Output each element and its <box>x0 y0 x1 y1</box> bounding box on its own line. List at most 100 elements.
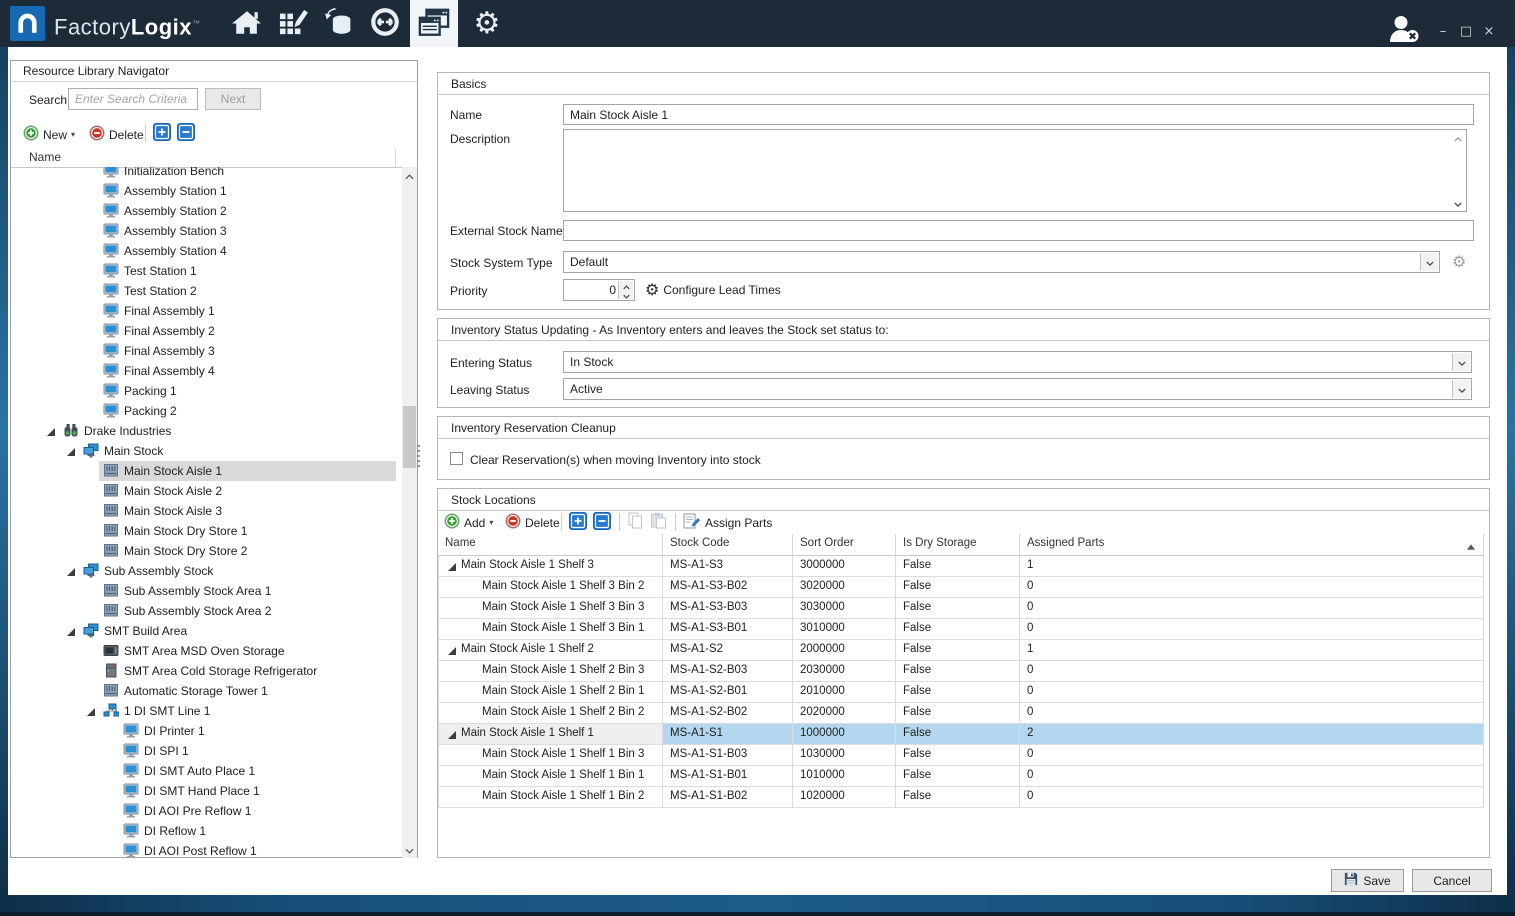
nav-home-button[interactable] <box>224 0 270 47</box>
tree-item-main-stock-aisle-2[interactable]: Main Stock Aisle 2 <box>11 481 401 501</box>
tree-item-smt-build-area[interactable]: SMT Build Area <box>11 621 401 641</box>
stock-location-row-ms-a1-s2-b02[interactable]: Main Stock Aisle 1 Shelf 2 Bin 2 MS-A1-S2… <box>438 703 1484 724</box>
tree-item-final-assembly-3[interactable]: Final Assembly 3 <box>11 341 401 361</box>
nav-planning-button[interactable] <box>270 0 316 47</box>
user-logout-button[interactable] <box>1386 14 1422 44</box>
tree-expander-icon[interactable] <box>86 706 96 716</box>
tree-item-sub-assembly-stock-area-1[interactable]: Sub Assembly Stock Area 1 <box>11 581 401 601</box>
description-field[interactable] <box>563 129 1467 212</box>
tree-item-initialization-bench[interactable]: Initialization Bench <box>11 167 401 181</box>
tree-item-packing-1[interactable]: Packing 1 <box>11 381 401 401</box>
tree-item-1-di-smt-line-1[interactable]: 1 DI SMT Line 1 <box>11 701 401 721</box>
stock-location-row-ms-a1-s3-b01[interactable]: Main Stock Aisle 1 Shelf 3 Bin 1 MS-A1-S3… <box>438 619 1484 640</box>
tree-item-main-stock-aisle-1[interactable]: Main Stock Aisle 1 <box>11 461 401 481</box>
stock-location-row-ms-a1-s1-b03[interactable]: Main Stock Aisle 1 Shelf 1 Bin 3 MS-A1-S1… <box>438 745 1484 766</box>
external-stock-name-field[interactable] <box>563 220 1474 241</box>
tree-expander-icon[interactable] <box>66 446 76 456</box>
tree-item-assembly-station-2[interactable]: Assembly Station 2 <box>11 201 401 221</box>
stock-location-row-ms-a1-s3[interactable]: Main Stock Aisle 1 Shelf 3 MS-A1-S3 300000… <box>438 556 1484 577</box>
tree-item-assembly-station-1[interactable]: Assembly Station 1 <box>11 181 401 201</box>
column-header-is-dry-storage[interactable]: Is Dry Storage <box>896 534 1020 555</box>
column-header-stock-code[interactable]: Stock Code <box>663 534 793 555</box>
row-expander-icon[interactable] <box>447 646 456 655</box>
tree-expander-icon[interactable] <box>66 626 76 636</box>
scrollbar-thumb[interactable] <box>403 406 416 468</box>
tree-item-sub-assembly-stock[interactable]: Sub Assembly Stock <box>11 561 401 581</box>
stock-location-row-ms-a1-s3-b02[interactable]: Main Stock Aisle 1 Shelf 3 Bin 2 MS-A1-S3… <box>438 577 1484 598</box>
tree-item-di-printer-1[interactable]: DI Printer 1 <box>11 721 401 741</box>
description-scrollbar[interactable] <box>1451 131 1465 210</box>
collapse-all-button[interactable] <box>177 123 195 144</box>
stock-location-row-ms-a1-s1-b01[interactable]: Main Stock Aisle 1 Shelf 1 Bin 1 MS-A1-S1… <box>438 766 1484 787</box>
paste-button-disabled[interactable] <box>650 512 667 532</box>
tree-item-packing-2[interactable]: Packing 2 <box>11 401 401 421</box>
new-button[interactable]: New ▾ <box>23 125 75 144</box>
minimize-button[interactable]: – <box>1434 24 1452 40</box>
scrollbar-up-button[interactable] <box>1451 131 1465 145</box>
nav-resources-button[interactable] <box>410 0 458 47</box>
entering-status-select[interactable]: In Stock <box>563 351 1472 373</box>
nav-production-button[interactable] <box>362 0 408 47</box>
tree-item-test-station-1[interactable]: Test Station 1 <box>11 261 401 281</box>
tree-item-di-aoi-pre-reflow-1[interactable]: DI AOI Pre Reflow 1 <box>11 801 401 821</box>
tree-item-assembly-station-3[interactable]: Assembly Station 3 <box>11 221 401 241</box>
stock-location-row-ms-a1-s1-b02[interactable]: Main Stock Aisle 1 Shelf 1 Bin 2 MS-A1-S1… <box>438 787 1484 808</box>
expand-all-rows-button[interactable] <box>569 512 587 533</box>
search-input[interactable]: Enter Search Criteria <box>68 88 198 110</box>
leaving-status-select[interactable]: Active <box>563 378 1472 400</box>
tree-item-main-stock[interactable]: Main Stock <box>11 441 401 461</box>
next-button[interactable]: Next <box>205 88 261 110</box>
tree-item-sub-assembly-stock-area-2[interactable]: Sub Assembly Stock Area 2 <box>11 601 401 621</box>
panel-splitter-handle[interactable] <box>417 445 420 469</box>
tree-item-drake-industries[interactable]: Drake Industries <box>11 421 401 441</box>
tree-item-main-stock-dry-store-1[interactable]: Main Stock Dry Store 1 <box>11 521 401 541</box>
clear-reservations-checkbox[interactable] <box>450 452 463 465</box>
tree-expander-icon[interactable] <box>66 566 76 576</box>
tree-item-di-smt-auto-place-1[interactable]: DI SMT Auto Place 1 <box>11 761 401 781</box>
delete-button[interactable]: Delete <box>89 125 144 144</box>
row-expander-icon[interactable] <box>447 562 456 571</box>
tree-item-final-assembly-1[interactable]: Final Assembly 1 <box>11 301 401 321</box>
column-header-assigned-parts[interactable]: Assigned Parts <box>1020 534 1484 555</box>
tree-item-di-smt-hand-place-1[interactable]: DI SMT Hand Place 1 <box>11 781 401 801</box>
stock-location-row-ms-a1-s1[interactable]: Main Stock Aisle 1 Shelf 1 MS-A1-S1 100000… <box>438 724 1484 745</box>
cancel-button[interactable]: Cancel <box>1412 869 1492 892</box>
stock-location-row-ms-a1-s2-b01[interactable]: Main Stock Aisle 1 Shelf 2 Bin 1 MS-A1-S2… <box>438 682 1484 703</box>
tree-item-di-reflow-1[interactable]: DI Reflow 1 <box>11 821 401 841</box>
tree-item-automatic-storage-tower-1[interactable]: Automatic Storage Tower 1 <box>11 681 401 701</box>
dropdown-button[interactable] <box>1420 253 1438 271</box>
nav-inventory-button[interactable] <box>316 0 362 47</box>
expand-all-button[interactable] <box>153 123 171 144</box>
delete-location-button[interactable]: Delete <box>505 513 560 532</box>
tree-item-final-assembly-4[interactable]: Final Assembly 4 <box>11 361 401 381</box>
stock-system-type-select[interactable]: Default <box>563 251 1440 273</box>
tree-item-main-stock-dry-store-2[interactable]: Main Stock Dry Store 2 <box>11 541 401 561</box>
stock-location-row-ms-a1-s2-b03[interactable]: Main Stock Aisle 1 Shelf 2 Bin 3 MS-A1-S2… <box>438 661 1484 682</box>
stepper-down-button[interactable] <box>619 290 633 299</box>
dropdown-button[interactable] <box>1452 353 1470 371</box>
tree-item-di-aoi-post-reflow-1[interactable]: DI AOI Post Reflow 1 <box>11 841 401 858</box>
tree-scrollbar[interactable] <box>402 167 417 858</box>
save-button[interactable]: Save <box>1331 869 1404 892</box>
tree-item-main-stock-aisle-3[interactable]: Main Stock Aisle 3 <box>11 501 401 521</box>
maximize-button[interactable]: □ <box>1457 24 1475 40</box>
tree-item-smt-area-msd-oven-storage[interactable]: SMT Area MSD Oven Storage <box>11 641 401 661</box>
add-location-button[interactable]: Add ▾ <box>444 513 493 532</box>
tree-item-final-assembly-2[interactable]: Final Assembly 2 <box>11 321 401 341</box>
tree-item-smt-area-cold-storage-refrigerator[interactable]: SMT Area Cold Storage Refrigerator <box>11 661 401 681</box>
dropdown-button[interactable] <box>1452 380 1470 398</box>
collapse-all-rows-button[interactable] <box>593 512 611 533</box>
nav-settings-button[interactable]: ⚙ <box>464 0 510 47</box>
copy-button-disabled[interactable] <box>627 512 644 532</box>
close-button[interactable]: × <box>1480 24 1498 40</box>
scrollbar-up-button[interactable] <box>402 167 417 184</box>
stock-location-row-ms-a1-s2[interactable]: Main Stock Aisle 1 Shelf 2 MS-A1-S2 200000… <box>438 640 1484 661</box>
row-expander-icon[interactable] <box>447 730 456 739</box>
assign-parts-button[interactable]: Assign Parts <box>683 513 772 532</box>
name-field[interactable]: Main Stock Aisle 1 <box>563 104 1474 125</box>
column-header-name[interactable]: Name <box>438 534 663 555</box>
tree-expander-icon[interactable] <box>46 426 56 436</box>
scrollbar-down-button[interactable] <box>402 841 417 858</box>
configure-lead-times-button[interactable]: ⚙ Configure Lead Times <box>645 282 781 298</box>
stock-location-row-ms-a1-s3-b03[interactable]: Main Stock Aisle 1 Shelf 3 Bin 3 MS-A1-S3… <box>438 598 1484 619</box>
